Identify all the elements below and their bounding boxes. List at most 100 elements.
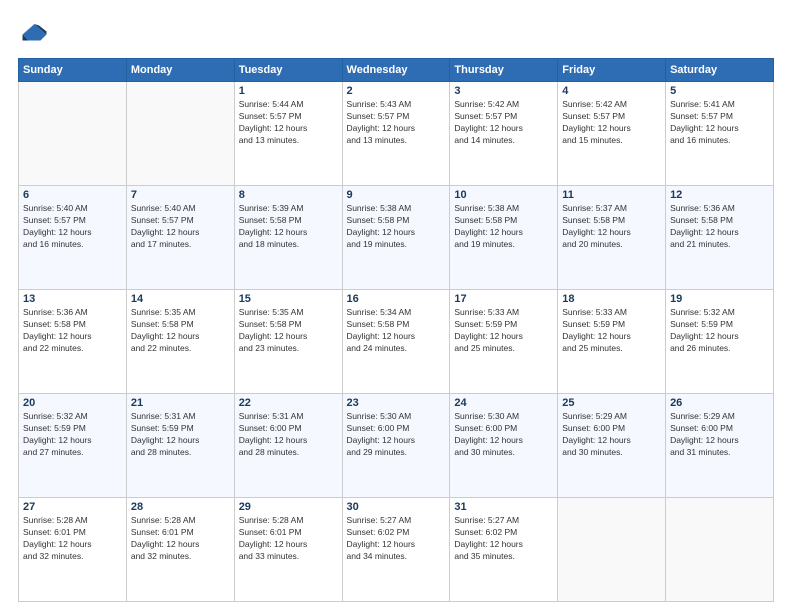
calendar-header-row: SundayMondayTuesdayWednesdayThursdayFrid… [19,59,774,82]
sunrise-text: Sunrise: 5:31 AM [239,411,338,423]
daylight-text: Daylight: 12 hours [562,435,661,447]
calendar-cell: 8Sunrise: 5:39 AMSunset: 5:58 PMDaylight… [234,186,342,290]
daylight-text-cont: and 16 minutes. [23,239,122,251]
calendar-cell: 25Sunrise: 5:29 AMSunset: 6:00 PMDayligh… [558,394,666,498]
sunrise-text: Sunrise: 5:42 AM [454,99,553,111]
header [18,18,774,48]
calendar-week-row: 20Sunrise: 5:32 AMSunset: 5:59 PMDayligh… [19,394,774,498]
daylight-text-cont: and 22 minutes. [131,343,230,355]
calendar-cell: 1 Sunrise: 5:44 AMSunset: 5:57 PMDaylight… [234,82,342,186]
day-info: Sunrise: 5:33 AMSunset: 5:59 PMDaylight:… [454,307,553,355]
day-number: 5 [670,85,769,97]
sunset-text: Sunset: 5:57 PM [670,111,769,123]
day-info: Sunrise: 5:44 AMSunset: 5:57 PMDaylight:… [239,99,338,147]
sunrise-text: Sunrise: 5:30 AM [347,411,446,423]
daylight-text-cont: and 34 minutes. [347,551,446,563]
daylight-text: Daylight: 12 hours [131,331,230,343]
daylight-text: Daylight: 12 hours [347,123,446,135]
calendar-cell: 6Sunrise: 5:40 AMSunset: 5:57 PMDaylight… [19,186,127,290]
day-number: 16 [347,293,446,305]
day-number: 23 [347,397,446,409]
calendar-cell: 11Sunrise: 5:37 AMSunset: 5:58 PMDayligh… [558,186,666,290]
daylight-text: Daylight: 12 hours [347,331,446,343]
daylight-text: Daylight: 12 hours [131,435,230,447]
daylight-text-cont: and 14 minutes. [454,135,553,147]
logo [18,18,52,48]
sunset-text: Sunset: 5:58 PM [347,319,446,331]
weekday-header: Tuesday [234,59,342,82]
daylight-text-cont: and 30 minutes. [562,447,661,459]
calendar-cell [126,82,234,186]
day-info: Sunrise: 5:29 AMSunset: 6:00 PMDaylight:… [670,411,769,459]
calendar-cell: 31 Sunrise: 5:27 AMSunset: 6:02 PMDayligh… [450,498,558,602]
daylight-text-cont: and 19 minutes. [347,239,446,251]
sunrise-text: Sunrise: 5:42 AM [562,99,661,111]
calendar-cell [19,82,127,186]
day-number: 18 [562,293,661,305]
daylight-text: Daylight: 12 hours [347,539,446,551]
daylight-text-cont: and 24 minutes. [347,343,446,355]
sunrise-text: Sunrise: 5:30 AM [454,411,553,423]
day-info: Sunrise: 5:30 AMSunset: 6:00 PMDaylight:… [454,411,553,459]
sunrise-text: Sunrise: 5:29 AM [670,411,769,423]
day-info: Sunrise: 5:38 AMSunset: 5:58 PMDaylight:… [347,203,446,251]
calendar-cell: 21Sunrise: 5:31 AMSunset: 5:59 PMDayligh… [126,394,234,498]
day-number: 13 [23,293,122,305]
daylight-text: Daylight: 12 hours [670,331,769,343]
day-info: Sunrise: 5:28 AMSunset: 6:01 PMDaylight:… [23,515,122,563]
daylight-text-cont: and 13 minutes. [347,135,446,147]
daylight-text-cont: and 31 minutes. [670,447,769,459]
day-info: Sunrise: 5:40 AMSunset: 5:57 PMDaylight:… [23,203,122,251]
sunset-text: Sunset: 5:58 PM [347,215,446,227]
day-info: Sunrise: 5:41 AMSunset: 5:57 PMDaylight:… [670,99,769,147]
day-number: 31 [454,501,553,513]
daylight-text: Daylight: 12 hours [239,435,338,447]
calendar-cell: 16 Sunrise: 5:34 AMSunset: 5:58 PMDayligh… [342,290,450,394]
day-info: Sunrise: 5:35 AMSunset: 5:58 PMDaylight:… [131,307,230,355]
daylight-text-cont: and 33 minutes. [239,551,338,563]
sunset-text: Sunset: 5:58 PM [454,215,553,227]
daylight-text-cont: and 32 minutes. [131,551,230,563]
page: SundayMondayTuesdayWednesdayThursdayFrid… [0,0,792,612]
day-number: 27 [23,501,122,513]
day-info: Sunrise: 5:36 AMSunset: 5:58 PMDaylight:… [23,307,122,355]
daylight-text: Daylight: 12 hours [562,123,661,135]
day-number: 21 [131,397,230,409]
day-number: 30 [347,501,446,513]
day-info: Sunrise: 5:30 AMSunset: 6:00 PMDaylight:… [347,411,446,459]
sunset-text: Sunset: 5:58 PM [562,215,661,227]
day-info: Sunrise: 5:43 AMSunset: 5:57 PMDaylight:… [347,99,446,147]
sunset-text: Sunset: 6:01 PM [131,527,230,539]
sunrise-text: Sunrise: 5:35 AM [131,307,230,319]
sunrise-text: Sunrise: 5:27 AM [454,515,553,527]
day-info: Sunrise: 5:29 AMSunset: 6:00 PMDaylight:… [562,411,661,459]
sunset-text: Sunset: 6:02 PM [347,527,446,539]
sunrise-text: Sunrise: 5:40 AM [23,203,122,215]
daylight-text: Daylight: 12 hours [562,227,661,239]
daylight-text-cont: and 20 minutes. [562,239,661,251]
sunrise-text: Sunrise: 5:39 AM [239,203,338,215]
sunrise-text: Sunrise: 5:29 AM [562,411,661,423]
daylight-text: Daylight: 12 hours [23,227,122,239]
day-number: 1 [239,85,338,97]
daylight-text-cont: and 17 minutes. [131,239,230,251]
day-number: 10 [454,189,553,201]
calendar-cell: 12Sunrise: 5:36 AMSunset: 5:58 PMDayligh… [666,186,774,290]
sunrise-text: Sunrise: 5:34 AM [347,307,446,319]
sunrise-text: Sunrise: 5:40 AM [131,203,230,215]
daylight-text-cont: and 16 minutes. [670,135,769,147]
daylight-text: Daylight: 12 hours [347,435,446,447]
daylight-text-cont: and 26 minutes. [670,343,769,355]
daylight-text: Daylight: 12 hours [23,539,122,551]
daylight-text-cont: and 27 minutes. [23,447,122,459]
day-number: 19 [670,293,769,305]
sunrise-text: Sunrise: 5:36 AM [23,307,122,319]
sunset-text: Sunset: 6:00 PM [670,423,769,435]
daylight-text: Daylight: 12 hours [131,539,230,551]
sunrise-text: Sunrise: 5:32 AM [670,307,769,319]
sunset-text: Sunset: 5:58 PM [239,215,338,227]
day-info: Sunrise: 5:27 AMSunset: 6:02 PMDaylight:… [454,515,553,563]
daylight-text-cont: and 23 minutes. [239,343,338,355]
daylight-text: Daylight: 12 hours [239,331,338,343]
day-info: Sunrise: 5:33 AMSunset: 5:59 PMDaylight:… [562,307,661,355]
